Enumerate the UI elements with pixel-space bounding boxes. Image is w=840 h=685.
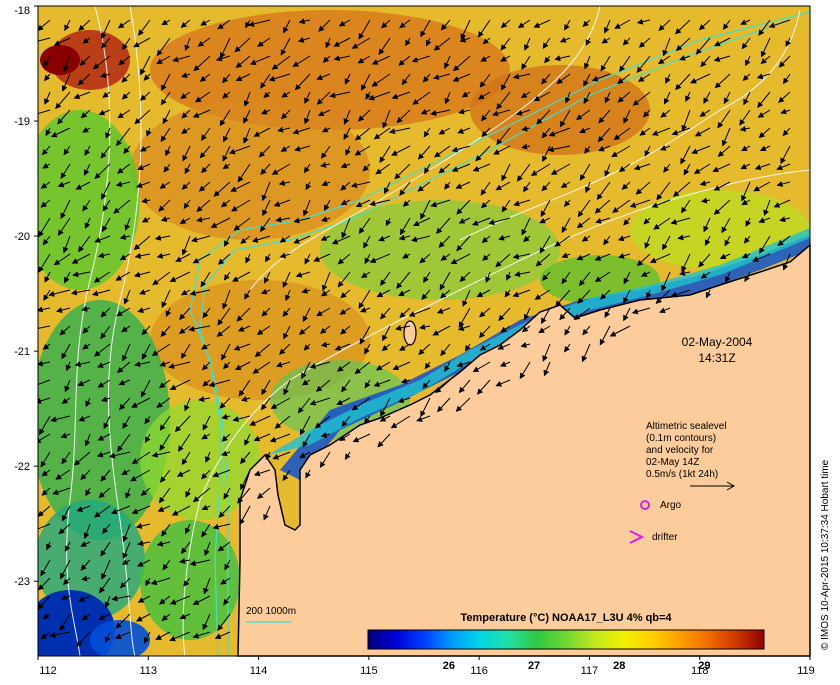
bathy-legend-label: 200 1000m [246, 606, 296, 617]
colorbar-tick-label: 26 [443, 660, 455, 672]
legend-line5: 0.5m/s (1kt 24h) [646, 469, 718, 480]
x-tick-label: 119 [797, 665, 815, 677]
legend-line1: Altimetric sealevel [646, 421, 727, 432]
y-tick-label: -23 [14, 576, 30, 588]
sst-map: 112 113 114 115 116 117 118 119 -18 -19 -20 -21 -22… [0, 0, 840, 680]
legend-line2: (0.1m contours) [646, 433, 716, 444]
colorbar-title: Temperature (°C) NOAA17_L3U 4% qb=4 [460, 612, 672, 624]
y-tick-label: -20 [14, 231, 30, 243]
colorbar-tick-label: 29 [698, 660, 710, 672]
argo-label: Argo [660, 500, 682, 511]
drifter-label: drifter [652, 532, 678, 543]
y-axis: -18 -19 -20 -21 -22 -23 [14, 5, 38, 588]
x-tick-label: 115 [360, 665, 378, 677]
x-tick-label: 116 [470, 665, 488, 677]
colorbar-tick-label: 28 [613, 660, 625, 672]
y-tick-label: -19 [14, 116, 30, 128]
colorbar-tick-label: 27 [528, 660, 540, 672]
y-tick-label: -22 [14, 461, 30, 473]
y-tick-label: -21 [14, 346, 30, 358]
credit-text: © IMOS 10-Apr-2015 10:37:34 Hobart time [820, 459, 831, 650]
map-date: 02-May-2004 [682, 335, 753, 349]
legend-line3: and velocity for [646, 445, 714, 456]
colorbar [367, 629, 765, 650]
legend-line4: 02-May 14Z [646, 457, 699, 468]
y-tick-label: -18 [14, 5, 30, 17]
x-tick-label: 113 [140, 665, 158, 677]
map-time: 14:31Z [698, 351, 735, 365]
x-tick-label: 117 [581, 665, 599, 677]
x-tick-label: 112 [39, 665, 57, 677]
x-tick-label: 114 [250, 665, 268, 677]
